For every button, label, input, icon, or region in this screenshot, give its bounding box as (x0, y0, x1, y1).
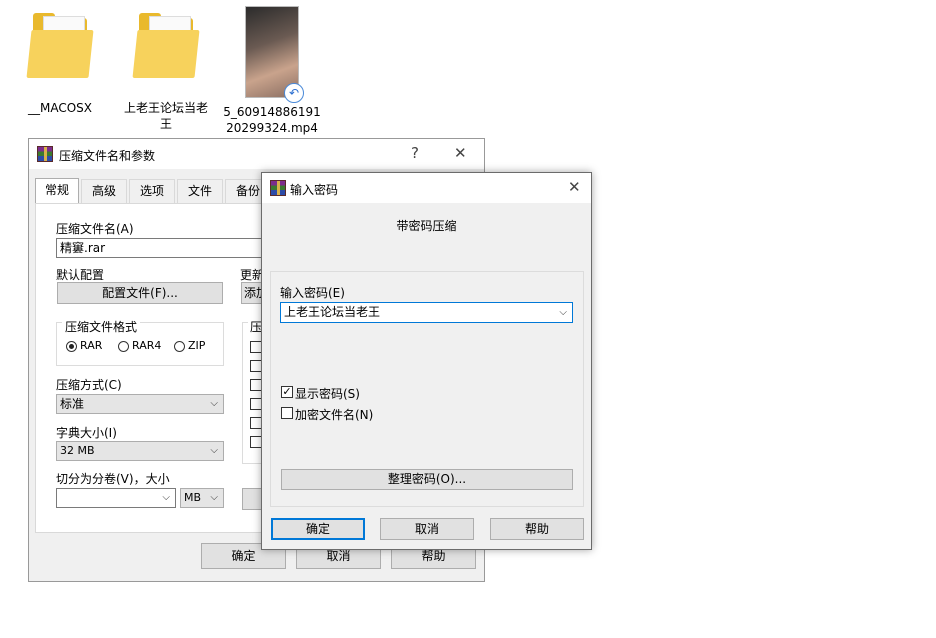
desktop-icon-video[interactable]: ↶ 5_60914886191 20299324.mp4 (222, 6, 322, 136)
show-password-checkbox[interactable]: ✓ (281, 386, 293, 398)
organize-passwords-button[interactable]: 整理密码(O)... (281, 469, 573, 490)
winrar-icon (270, 180, 286, 196)
default-profile-label: 默认配置 (56, 268, 105, 282)
window-title: 输入密码 (290, 183, 339, 197)
shortcut-arrow-icon: ↶ (284, 83, 304, 103)
folder-icon (132, 10, 200, 88)
format-radio-rar[interactable] (66, 341, 77, 352)
dict-label: 字典大小(I) (56, 426, 117, 440)
split-size-input[interactable]: ⌵ (56, 488, 176, 508)
desktop-icon-label: __MACOSX (27, 101, 92, 115)
chevron-down-icon: ⌵ (210, 398, 218, 409)
show-password-label: 显示密码(S) (295, 387, 360, 401)
dict-select-value: 32 MB (60, 444, 95, 457)
winrar-icon (37, 146, 53, 162)
desktop-icon-folder[interactable]: 上老王论坛当老王 (120, 10, 212, 132)
tab-general[interactable]: 常规 (35, 178, 79, 204)
split-label: 切分为分卷(V)，大小 (56, 472, 170, 486)
tab-advanced[interactable]: 高级 (81, 179, 127, 203)
password-dialog-titlebar[interactable]: 输入密码 ✕ (262, 173, 591, 203)
archive-name-input[interactable]: 精窶.rar (56, 238, 276, 258)
split-unit-value: MB (184, 491, 202, 504)
password-dialog: 输入密码 ✕ 带密码压缩 输入密码(E) 上老王论坛当老王 ⌵ ✓ 显示密码(S… (261, 172, 592, 550)
format-rar4-label: RAR4 (132, 339, 162, 352)
chevron-down-icon: ⌵ (162, 492, 170, 503)
tab-options[interactable]: 选项 (129, 179, 175, 203)
desktop-icon-label: 5_60914886191 20299324.mp4 (223, 105, 321, 135)
format-radio-rar4[interactable] (118, 341, 129, 352)
close-icon[interactable]: ✕ (454, 144, 467, 162)
password-cancel-button[interactable]: 取消 (380, 518, 474, 540)
password-ok-button[interactable]: 确定 (271, 518, 365, 540)
video-thumbnail: ↶ (245, 6, 304, 103)
encrypt-names-checkbox[interactable] (281, 407, 293, 419)
help-icon[interactable]: ? (411, 144, 419, 162)
method-label: 压缩方式(C) (56, 378, 122, 392)
password-help-button[interactable]: 帮助 (490, 518, 584, 540)
encrypt-names-label: 加密文件名(N) (295, 408, 374, 422)
desktop-icon-macosx[interactable]: __MACOSX (20, 10, 100, 116)
window-title: 压缩文件名和参数 (59, 149, 156, 163)
format-rar-label: RAR (80, 339, 103, 352)
method-select-value: 标准 (60, 397, 85, 411)
folder-icon (26, 10, 94, 88)
profile-button[interactable]: 配置文件(F)... (57, 282, 223, 304)
password-header: 带密码压缩 (396, 219, 457, 233)
method-select[interactable]: 标准 ⌵ (56, 394, 224, 414)
chevron-down-icon[interactable]: ⌵ (559, 303, 567, 322)
split-unit-select[interactable]: MB ⌵ (180, 488, 224, 508)
chevron-down-icon: ⌵ (210, 445, 218, 456)
password-label: 输入密码(E) (280, 286, 345, 300)
chevron-down-icon: ⌵ (210, 492, 218, 503)
password-input[interactable]: 上老王论坛当老王 ⌵ (280, 302, 573, 323)
close-icon[interactable]: ✕ (568, 178, 581, 196)
password-input-value: 上老王论坛当老王 (284, 305, 381, 319)
format-radio-zip[interactable] (174, 341, 185, 352)
archive-name-label: 压缩文件名(A) (56, 222, 134, 236)
dict-select[interactable]: 32 MB ⌵ (56, 441, 224, 461)
format-group-label: 压缩文件格式 (62, 318, 141, 335)
desktop-icon-label: 上老王论坛当老王 (123, 101, 208, 131)
format-zip-label: ZIP (188, 339, 206, 352)
compress-dialog-titlebar[interactable]: 压缩文件名和参数 ? ✕ (29, 139, 484, 169)
tab-files[interactable]: 文件 (177, 179, 223, 203)
